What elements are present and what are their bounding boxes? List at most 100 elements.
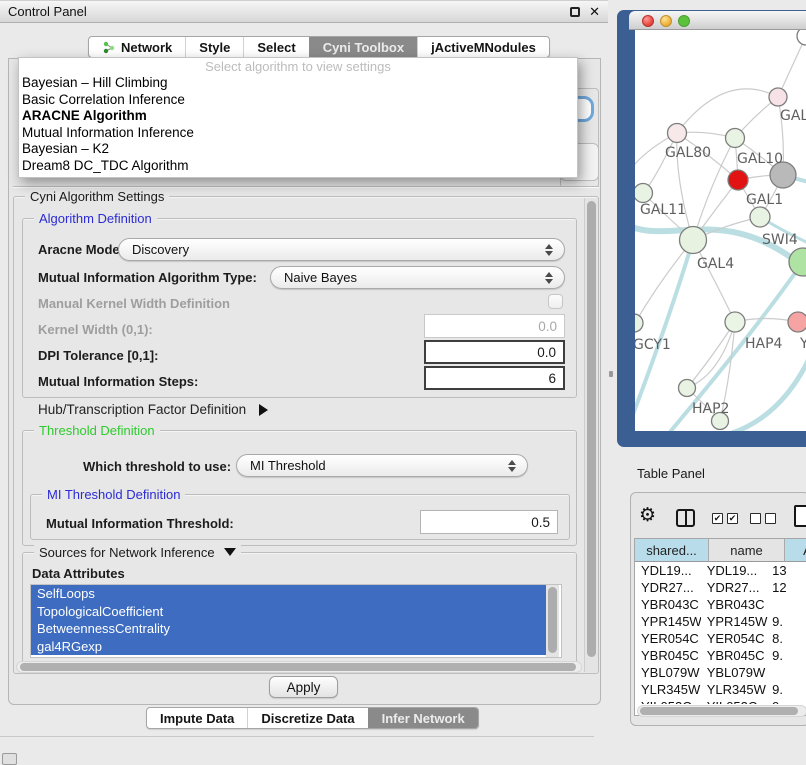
algorithm-option[interactable]: Dream8 DC_TDC Algorithm — [19, 158, 577, 175]
node-salmon[interactable] — [788, 312, 806, 332]
algorithm-option[interactable]: Basic Correlation Inference — [19, 92, 577, 109]
table-cell: YIL052C — [635, 699, 701, 704]
table-cell: YBR043C — [701, 597, 768, 612]
control-panel-tabs: NetworkStyleSelectCyni ToolboxjActiveMNo… — [88, 36, 550, 58]
mi-steps-field[interactable]: 6 — [424, 366, 565, 390]
tab-cyni-toolbox[interactable]: Cyni Toolbox — [309, 37, 417, 57]
select-all-checkbox-icon[interactable]: ✔ — [712, 513, 723, 524]
deselect-all-checkbox-icon[interactable] — [750, 513, 761, 524]
table-row[interactable]: YBR045CYBR045C9. — [635, 647, 806, 664]
algorithm-option[interactable]: Bayesian – K2 — [19, 141, 577, 158]
table-row[interactable]: YBL079WYBL079W — [635, 664, 806, 681]
table-row[interactable]: YLR345WYLR345W9. — [635, 681, 806, 698]
mi-algorithm-type-select[interactable]: Naive Bayes — [270, 266, 565, 289]
mi-steps-label: Mutual Information Steps: — [38, 374, 198, 389]
table-row[interactable]: YDR27...YDR27...12 — [635, 579, 806, 596]
settings-vertical-scrollbar[interactable] — [584, 198, 598, 672]
tab-network[interactable]: Network — [89, 37, 185, 57]
node-hap4[interactable] — [725, 312, 745, 332]
cyni-tab-infer-network[interactable]: Infer Network — [368, 708, 478, 728]
attribute-item[interactable]: SelfLoops — [31, 585, 547, 603]
table-cell: 9. — [768, 648, 806, 663]
stepper-arrows-icon — [508, 460, 516, 472]
node-gcy1[interactable] — [635, 314, 643, 332]
table-row[interactable]: YPR145WYPR145W9. — [635, 613, 806, 630]
splitter-grip[interactable] — [609, 371, 613, 377]
table-panel-title: Table Panel — [637, 466, 705, 481]
node-label-gal4: GAL4 — [697, 256, 734, 272]
cyni-tab-impute-data[interactable]: Impute Data — [147, 708, 247, 728]
node-top-edge[interactable] — [797, 30, 806, 45]
node-gal1-red[interactable] — [728, 170, 748, 190]
float-window-icon[interactable] — [570, 7, 580, 17]
tab-jactivemnodules[interactable]: jActiveMNodules — [417, 37, 549, 57]
table-row[interactable]: YDL19...YDL19...13 — [635, 562, 806, 579]
close-traffic-light[interactable] — [642, 15, 654, 27]
table-horizontal-scrollbar[interactable] — [637, 705, 806, 717]
data-attributes-list[interactable]: SelfLoopsTopologicalCoefficientBetweenne… — [30, 584, 562, 658]
gear-icon[interactable]: ⚙ — [639, 505, 656, 527]
tab-select[interactable]: Select — [243, 37, 308, 57]
node-hap2[interactable] — [679, 380, 696, 397]
node-gal80[interactable] — [668, 124, 687, 143]
node-gal10[interactable] — [726, 129, 745, 148]
zoom-traffic-light[interactable] — [678, 15, 690, 27]
manual-kernel-checkbox[interactable] — [548, 294, 563, 309]
column-chooser-icon[interactable] — [676, 509, 695, 527]
node-gal4[interactable] — [680, 227, 707, 254]
node-swi4[interactable] — [750, 207, 770, 227]
network-edge — [778, 36, 806, 97]
stepper-arrows-icon — [545, 272, 553, 284]
deselect-all-checkbox-icon[interactable] — [765, 513, 776, 524]
threshold-definition-title: Threshold Definition — [34, 423, 160, 438]
table-row[interactable]: YIL052CYIL052C9 — [635, 698, 806, 704]
algorithm-option[interactable]: Mutual Information Inference — [19, 125, 577, 142]
attributes-scrollbar[interactable] — [546, 585, 559, 657]
hub-factor-section-toggle[interactable]: Hub/Transcription Factor Definition — [38, 402, 268, 417]
node-green-right[interactable] — [789, 248, 806, 276]
attribute-item[interactable]: TopologicalCoefficient — [31, 603, 547, 621]
column-header-A[interactable]: A — [785, 539, 806, 562]
cyni-tab-label: Discretize Data — [261, 711, 354, 726]
export-table-icon[interactable] — [794, 505, 806, 527]
column-header-name[interactable]: name — [709, 539, 785, 562]
attribute-item[interactable]: BetweennessCentrality — [31, 620, 547, 638]
attribute-item[interactable]: gal4RGexp — [31, 638, 547, 656]
algorithm-option[interactable]: Bayesian – Hill Climbing — [19, 75, 577, 92]
select-all-checkbox-icon[interactable]: ✔ — [727, 513, 738, 524]
network-window-titlebar[interactable] — [629, 11, 806, 30]
table-cell: YPR145W — [701, 614, 768, 629]
table-row[interactable]: YBR043CYBR043C — [635, 596, 806, 613]
minimized-panel-icon[interactable] — [2, 753, 17, 765]
table-cell: YER054C — [701, 631, 768, 646]
cyni-tab-discretize-data[interactable]: Discretize Data — [247, 708, 367, 728]
data-attributes-label: Data Attributes — [32, 566, 125, 581]
table-cell: YDL19... — [701, 563, 768, 578]
close-panel-icon[interactable]: ✕ — [589, 4, 600, 20]
dpi-tolerance-field[interactable]: 0.0 — [424, 340, 565, 364]
node-label-gal11: GAL11 — [640, 202, 686, 218]
minimize-traffic-light[interactable] — [660, 15, 672, 27]
column-header-shared...[interactable]: shared... — [635, 539, 709, 562]
stepper-arrows-icon — [545, 244, 553, 256]
mi-threshold-field[interactable]: 0.5 — [420, 510, 558, 534]
settings-horizontal-scrollbar[interactable] — [16, 661, 582, 673]
table-row[interactable]: YER054CYER054C8. — [635, 630, 806, 647]
kernel-width-field[interactable]: 0.0 — [424, 314, 565, 338]
mi-threshold-value: 0.5 — [531, 515, 550, 530]
mi-threshold-label: Mutual Information Threshold: — [46, 516, 234, 531]
aracne-mode-select[interactable]: Discovery — [118, 238, 565, 261]
node-gal11[interactable] — [635, 184, 653, 203]
apply-button[interactable]: Apply — [269, 676, 338, 698]
cyni-algorithm-settings-title: Cyni Algorithm Settings — [25, 189, 169, 204]
node-label-gcy1: GCY1 — [635, 337, 671, 353]
manual-kernel-label: Manual Kernel Width Definition — [38, 296, 230, 311]
table-cell: YDL19... — [635, 563, 701, 578]
sources-title[interactable]: Sources for Network Inference — [34, 545, 241, 560]
node-gal-pink[interactable] — [769, 88, 787, 106]
tab-style[interactable]: Style — [185, 37, 243, 57]
network-canvas[interactable]: GALGAL80GAL10GAL1GAL11SWI4GAL4GCY1HAP4YH… — [635, 30, 806, 431]
algorithm-option[interactable]: ARACNE Algorithm — [19, 108, 577, 125]
cyni-tab-label: Infer Network — [382, 711, 465, 726]
which-threshold-select[interactable]: MI Threshold — [236, 454, 528, 477]
